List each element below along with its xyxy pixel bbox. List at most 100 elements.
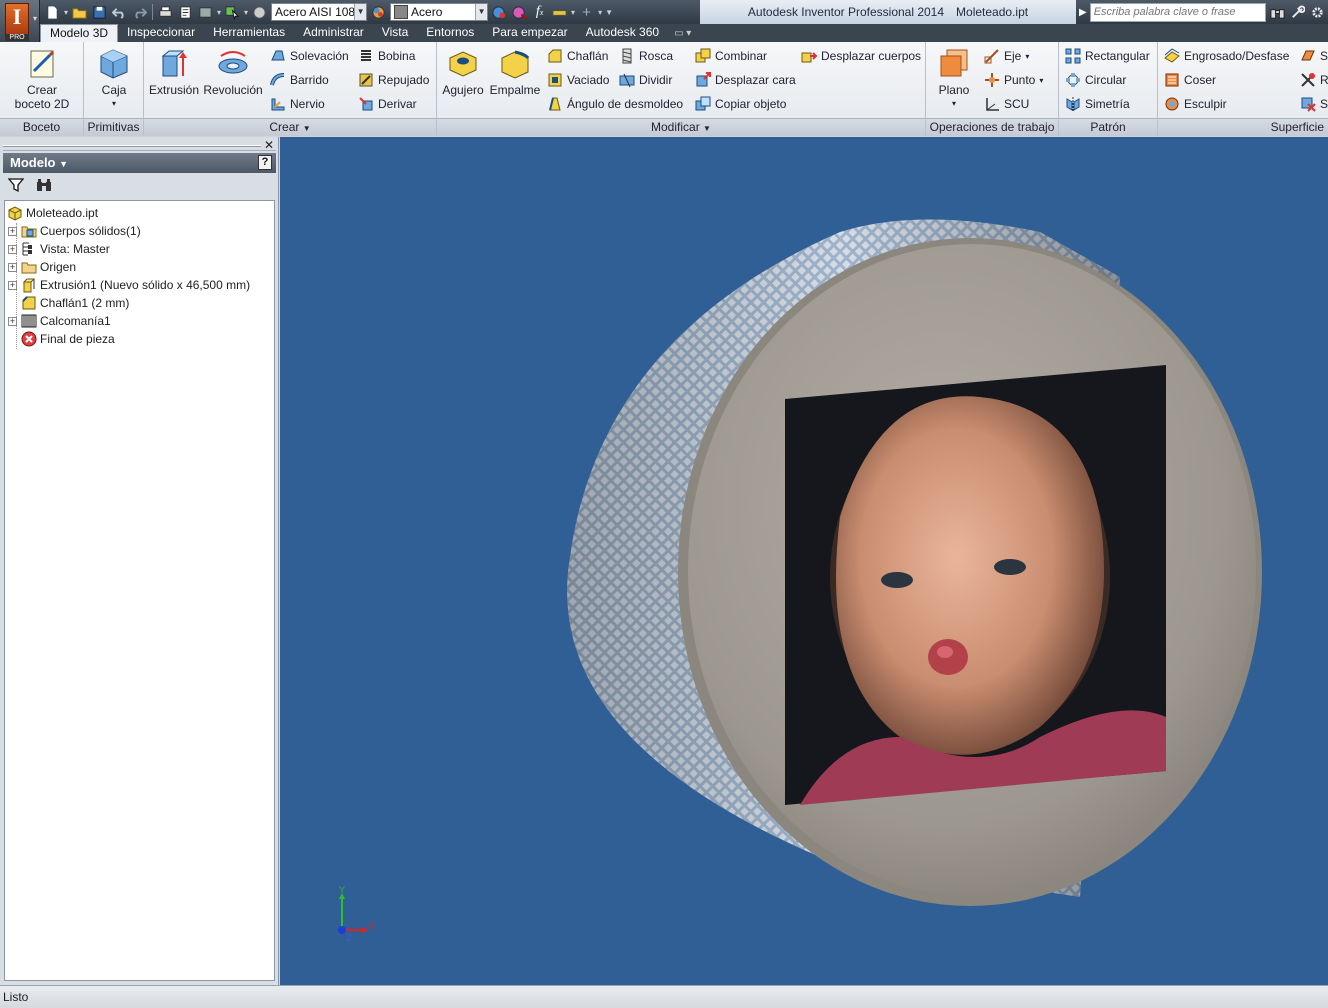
- binoculars-icon[interactable]: [1269, 4, 1286, 21]
- expand-icon[interactable]: +: [8, 316, 17, 326]
- vaciado-button[interactable]: Vaciado: [547, 70, 609, 90]
- binoculars-icon[interactable]: [36, 177, 52, 196]
- customize-qat-icon[interactable]: ▼: [605, 8, 613, 17]
- expand-search-icon[interactable]: ▶: [1079, 7, 1087, 18]
- select-icon[interactable]: [224, 4, 241, 21]
- properties-icon[interactable]: [177, 4, 194, 21]
- tab-administrar[interactable]: Administrar: [294, 24, 373, 42]
- new-file-icon[interactable]: [44, 4, 61, 21]
- new-dropdown-icon[interactable]: ▾: [64, 8, 68, 17]
- superficie-more-button-3[interactable]: S: [1300, 94, 1328, 114]
- measure-icon[interactable]: [551, 4, 568, 21]
- chamfer-icon: [547, 48, 563, 64]
- tab-herramientas[interactable]: Herramientas: [204, 24, 294, 42]
- redo-icon[interactable]: [131, 4, 148, 21]
- material-globe-icon[interactable]: [251, 4, 268, 21]
- chevron-down-icon: ▾: [951, 99, 956, 108]
- bobina-button[interactable]: Bobina: [358, 46, 415, 66]
- tree-node-solid-bodies[interactable]: + Cuerpos sólidos(1): [5, 222, 274, 240]
- add-dropdown-icon[interactable]: ▾: [598, 8, 602, 17]
- repujado-button[interactable]: Repujado: [358, 70, 429, 90]
- revolucion-button[interactable]: Revolución: [202, 46, 264, 97]
- panel-title-crear[interactable]: Crear ▼: [144, 118, 436, 136]
- copiar-objeto-button[interactable]: Copiar objeto: [695, 94, 786, 114]
- caja-button[interactable]: Caja ▾: [92, 46, 136, 111]
- agujero-button[interactable]: Agujero: [441, 46, 485, 97]
- close-icon[interactable]: ✕: [264, 138, 274, 152]
- desplazar-cuerpos-button[interactable]: Desplazar cuerpos: [801, 46, 921, 66]
- engrosado-desfase-button[interactable]: Engrosado/Desfase: [1164, 46, 1289, 66]
- material-select[interactable]: Acero AISI 1080 ▼: [271, 3, 368, 21]
- desplazar-cara-button[interactable]: Desplazar cara: [695, 70, 796, 90]
- triad-z-label: Z: [346, 933, 352, 943]
- tab-para-empezar[interactable]: Para empezar: [483, 24, 576, 42]
- expand-icon[interactable]: +: [8, 262, 17, 272]
- ribbon-minimize-icon[interactable]: ▭ ▾: [674, 25, 691, 42]
- select-dropdown-icon[interactable]: ▾: [244, 8, 248, 17]
- help-icon[interactable]: ?: [258, 155, 272, 170]
- combinar-button[interactable]: Combinar: [695, 46, 767, 66]
- expand-icon[interactable]: +: [8, 280, 17, 290]
- tree-node-view[interactable]: + Vista: Master: [5, 240, 274, 258]
- search-input[interactable]: [1089, 2, 1266, 22]
- panel-title-modificar[interactable]: Modificar ▼: [437, 118, 925, 136]
- browser-header[interactable]: Modelo ▼ ?: [3, 153, 276, 173]
- rectangular-button[interactable]: Rectangular: [1065, 46, 1150, 66]
- appearance-sphere-icon[interactable]: [370, 4, 387, 21]
- esculpir-button[interactable]: Esculpir: [1164, 94, 1227, 114]
- punto-button[interactable]: Punto ▾: [984, 70, 1043, 90]
- circular-button[interactable]: Circular: [1065, 70, 1126, 90]
- barrido-button[interactable]: Barrido: [270, 70, 329, 90]
- nervio-button[interactable]: Nervio: [270, 94, 325, 114]
- solevacion-button[interactable]: Solevación: [270, 46, 349, 66]
- expand-icon[interactable]: +: [8, 244, 17, 254]
- superficie-more-button-1[interactable]: S: [1300, 46, 1328, 66]
- save-icon[interactable]: [91, 4, 108, 21]
- superficie-more-button-2[interactable]: R: [1300, 70, 1328, 90]
- tree-node-extrusion[interactable]: + Extrusión1 (Nuevo sólido x 46,500 mm): [5, 276, 274, 294]
- tree-node-part[interactable]: Moleteado.ipt: [5, 204, 274, 222]
- tree-node-end-of-part[interactable]: Final de pieza: [5, 330, 274, 348]
- print-icon[interactable]: [157, 4, 174, 21]
- simetria-button[interactable]: Simetría: [1065, 94, 1130, 114]
- wrench-icon[interactable]: [1289, 4, 1306, 21]
- filter-icon[interactable]: [7, 177, 25, 196]
- tab-autodesk-360[interactable]: Autodesk 360: [577, 24, 668, 42]
- tab-vista[interactable]: Vista: [373, 24, 417, 42]
- clear-appearance-icon[interactable]: [511, 4, 528, 21]
- derivar-button[interactable]: Derivar: [358, 94, 417, 114]
- desplazar-cuerpos-label: Desplazar cuerpos: [821, 49, 922, 63]
- coser-button[interactable]: Coser: [1164, 70, 1216, 90]
- update-dropdown-icon[interactable]: ▾: [217, 8, 221, 17]
- measure-dropdown-icon[interactable]: ▾: [571, 8, 575, 17]
- update-icon[interactable]: [197, 4, 214, 21]
- tree-node-origin[interactable]: + Origen: [5, 258, 274, 276]
- adjust-appearance-icon[interactable]: [491, 4, 508, 21]
- tab-modelo-3d[interactable]: Modelo 3D: [40, 24, 119, 42]
- expand-icon[interactable]: +: [8, 226, 17, 236]
- browser-grip[interactable]: ✕: [3, 138, 276, 152]
- gear-icon[interactable]: [1309, 4, 1326, 21]
- empalme-button[interactable]: Empalme: [489, 46, 541, 97]
- dividir-button[interactable]: Dividir: [619, 70, 672, 90]
- tree-node-decal[interactable]: + Calcomanía1: [5, 312, 274, 330]
- chaflan-button[interactable]: Chaflán: [547, 46, 608, 66]
- plano-button[interactable]: Plano ▾: [932, 46, 976, 111]
- panel-title-crear-label: Crear: [269, 120, 300, 134]
- tab-entornos[interactable]: Entornos: [417, 24, 483, 42]
- angulo-desmoldeo-button[interactable]: Ángulo de desmoldeo: [547, 94, 683, 114]
- scu-button[interactable]: SCU: [984, 94, 1029, 114]
- add-icon[interactable]: +: [578, 4, 595, 21]
- appearance-select[interactable]: Acero ▼: [390, 3, 489, 21]
- tab-inspeccionar[interactable]: Inspeccionar: [118, 24, 204, 42]
- extrusion-button[interactable]: Extrusión: [148, 46, 200, 97]
- undo-icon[interactable]: [111, 4, 128, 21]
- open-folder-icon[interactable]: [71, 4, 88, 21]
- tree-node-chamfer[interactable]: Chaflán1 (2 mm): [5, 294, 274, 312]
- parameters-fx-icon[interactable]: fx: [531, 4, 548, 21]
- eje-button[interactable]: Eje ▾: [984, 46, 1029, 66]
- application-menu-button[interactable]: I PRO ▾: [0, 0, 40, 42]
- rosca-button[interactable]: Rosca: [619, 46, 673, 66]
- graphics-viewport[interactable]: Y X Z: [280, 137, 1328, 985]
- crear-boceto-2d-button[interactable]: Crear boceto 2D: [6, 46, 78, 111]
